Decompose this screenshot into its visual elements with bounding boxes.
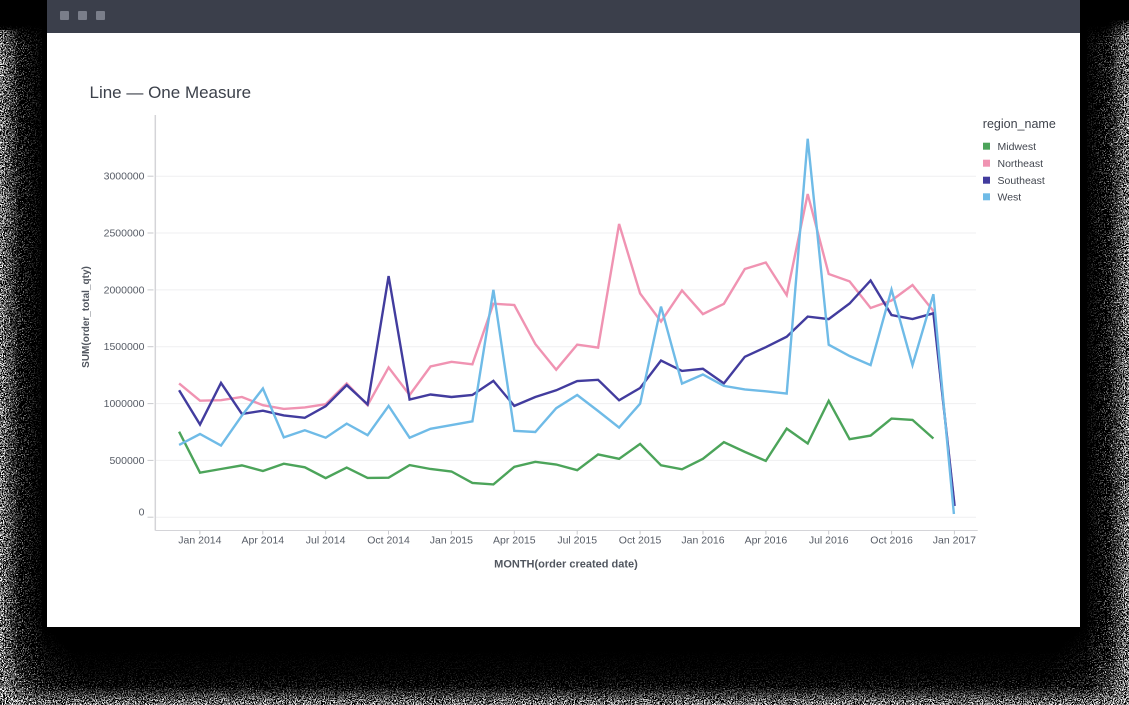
svg-text:Jan 2014: Jan 2014 xyxy=(178,535,221,547)
svg-text:Oct 2015: Oct 2015 xyxy=(619,535,662,547)
svg-text:Jul 2016: Jul 2016 xyxy=(809,535,849,547)
svg-text:Oct 2016: Oct 2016 xyxy=(870,535,913,547)
svg-text:500000: 500000 xyxy=(109,455,144,467)
svg-text:Jul 2014: Jul 2014 xyxy=(306,535,346,547)
svg-text:Southeast: Southeast xyxy=(998,175,1045,187)
svg-text:Apr 2016: Apr 2016 xyxy=(745,535,788,547)
svg-text:1500000: 1500000 xyxy=(104,341,145,353)
svg-text:Apr 2015: Apr 2015 xyxy=(493,535,536,547)
svg-text:Jan 2015: Jan 2015 xyxy=(430,535,473,547)
svg-text:3000000: 3000000 xyxy=(104,171,145,183)
svg-text:Northeast: Northeast xyxy=(998,158,1044,170)
svg-text:2000000: 2000000 xyxy=(104,284,145,296)
svg-text:1000000: 1000000 xyxy=(104,398,145,410)
svg-text:Jan 2017: Jan 2017 xyxy=(933,535,976,547)
svg-text:West: West xyxy=(998,192,1022,204)
svg-text:region_name: region_name xyxy=(983,117,1056,131)
svg-text:Midwest: Midwest xyxy=(998,141,1037,153)
svg-text:0: 0 xyxy=(139,507,145,519)
svg-text:Jan 2016: Jan 2016 xyxy=(681,535,724,547)
svg-text:Jul 2015: Jul 2015 xyxy=(557,535,597,547)
svg-text:SUM(order_total_qty): SUM(order_total_qty) xyxy=(81,266,92,368)
svg-text:2500000: 2500000 xyxy=(104,228,145,240)
svg-text:MONTH(order created date): MONTH(order created date) xyxy=(494,559,638,571)
svg-text:Oct 2014: Oct 2014 xyxy=(367,535,410,547)
svg-text:Apr 2014: Apr 2014 xyxy=(241,535,284,547)
